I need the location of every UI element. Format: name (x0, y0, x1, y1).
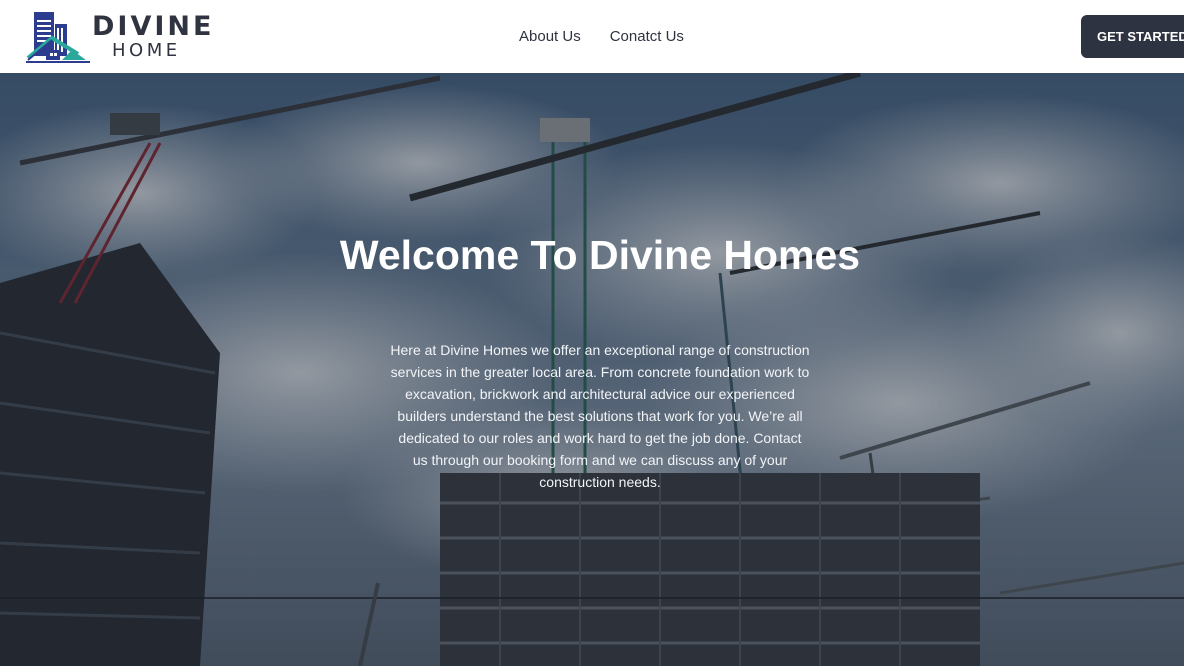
get-started-button[interactable]: GET STARTED (1081, 15, 1184, 58)
nav-link-contact-us[interactable]: Conatct Us (610, 27, 684, 47)
brand-logo[interactable]: DIVINE HOME (26, 10, 216, 64)
hero-description: Here at Divine Homes we offer an excepti… (390, 342, 810, 490)
main-nav: About Us Conatct Us (519, 27, 684, 47)
brand-name-line-1: DIVINE (92, 11, 215, 42)
hero-section: Welcome To Divine Homes Here at Divine H… (0, 73, 1184, 666)
brand-name-line-2: HOME (112, 40, 181, 61)
site-header: DIVINE HOME About Us Conatct Us GET STAR… (0, 0, 1184, 73)
nav-link-about-us[interactable]: About Us (519, 27, 581, 47)
building-house-icon (26, 12, 90, 63)
hero-title: Welcome To Divine Homes (339, 232, 861, 278)
